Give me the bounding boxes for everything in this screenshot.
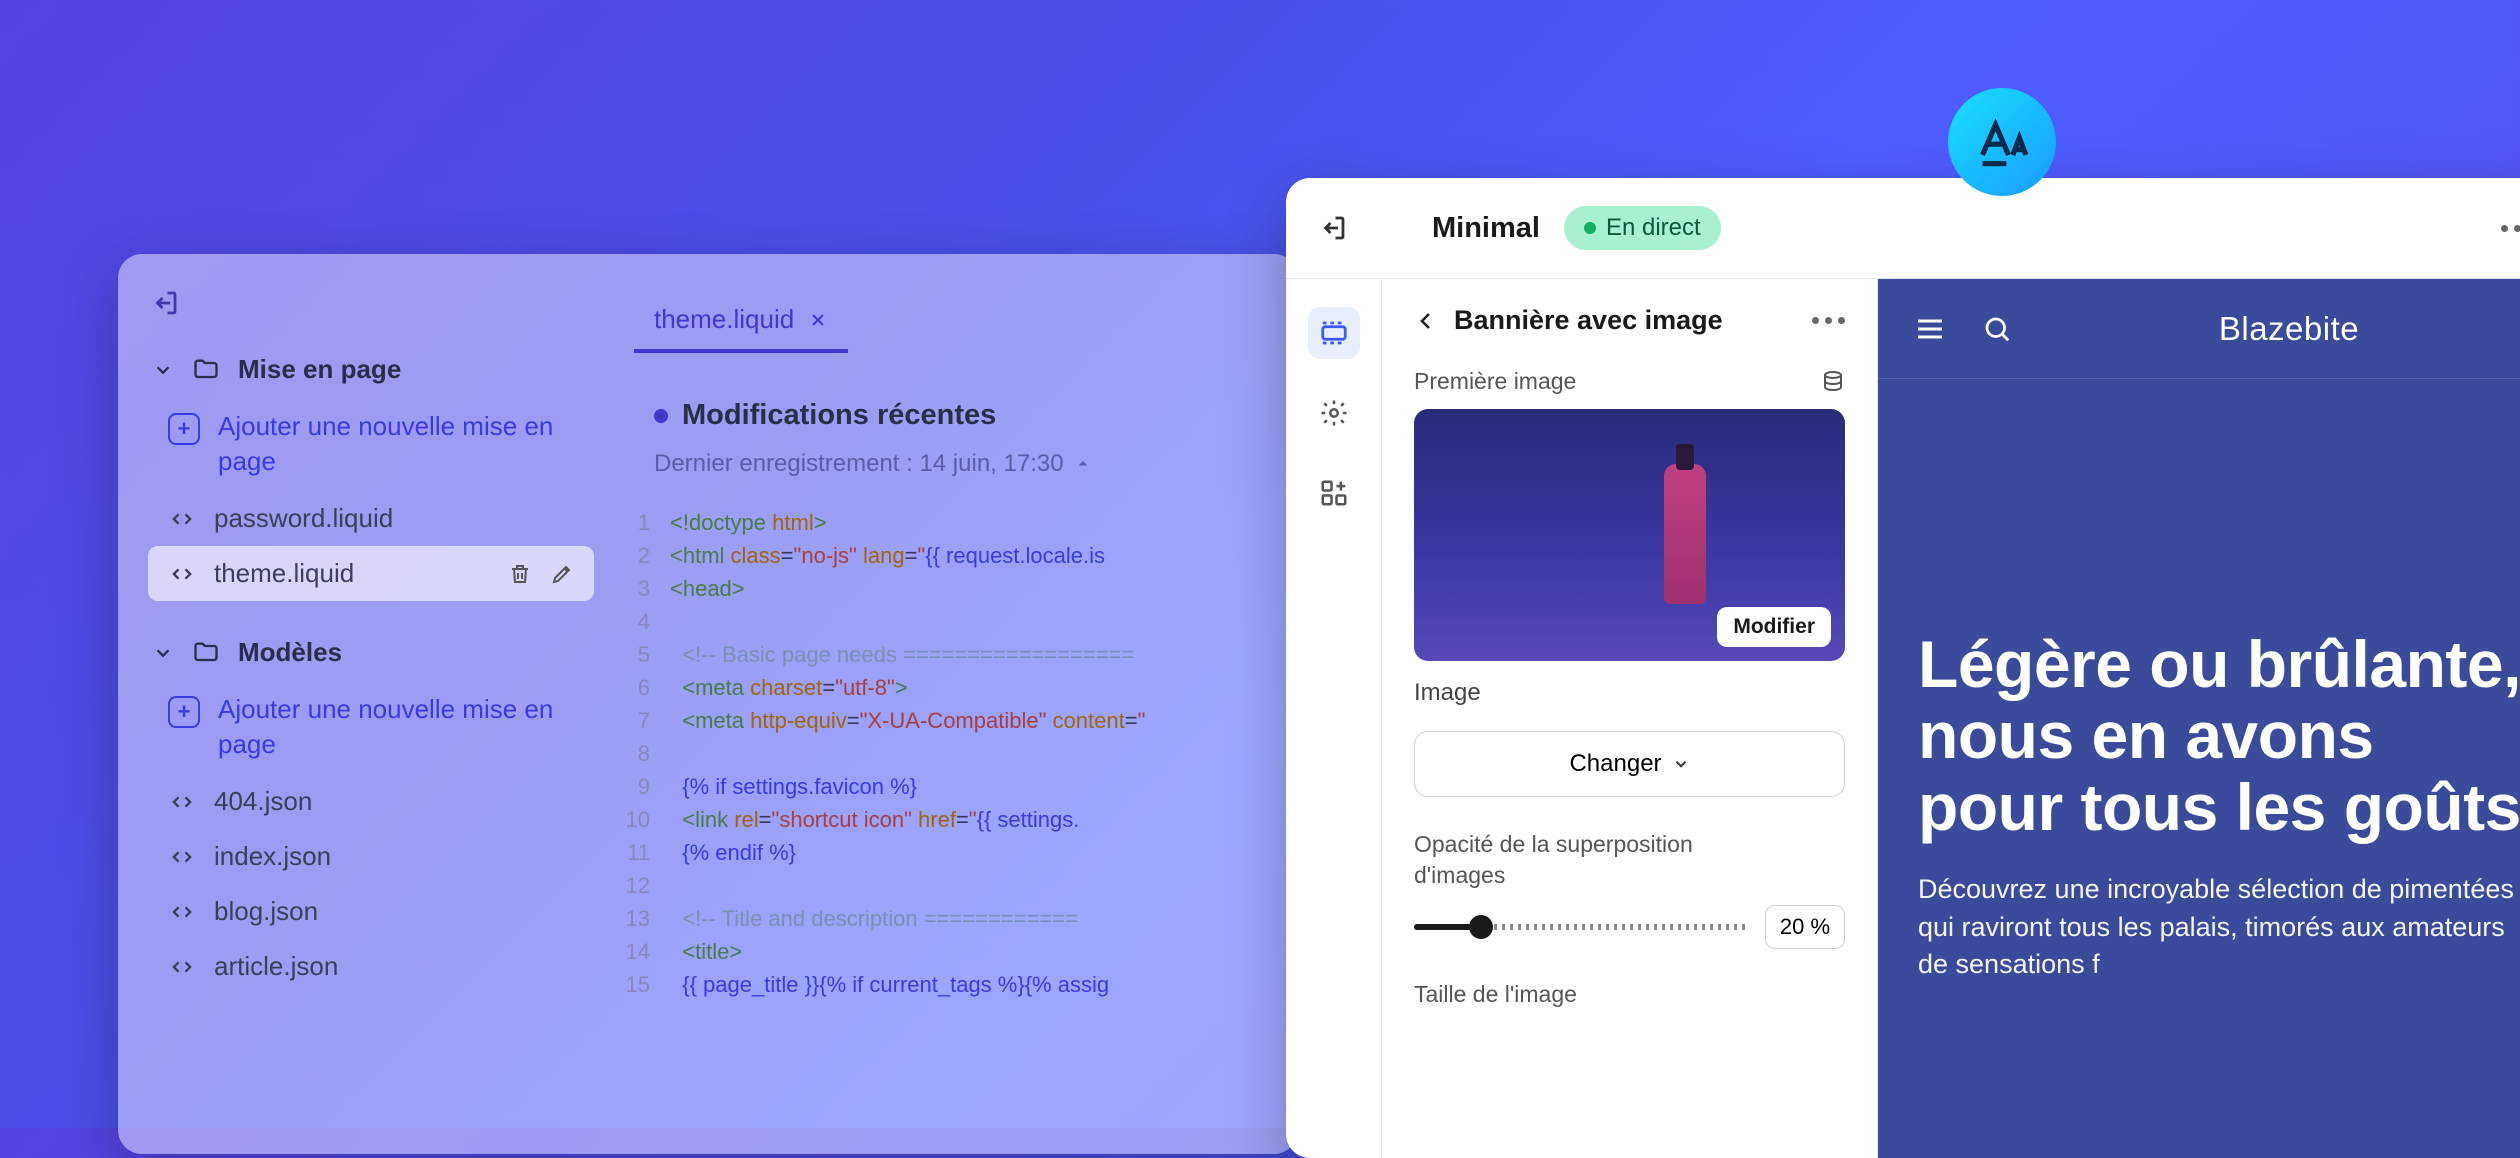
code-line[interactable]: 3<head>: [614, 572, 1278, 605]
code-line[interactable]: 6 <meta charset="utf-8">: [614, 671, 1278, 704]
opacity-slider[interactable]: [1414, 924, 1747, 930]
code-line[interactable]: 9 {% if settings.favicon %}: [614, 770, 1278, 803]
code-line[interactable]: 4: [614, 605, 1278, 638]
folder-icon: [192, 356, 220, 384]
exit-icon[interactable]: [1318, 213, 1348, 243]
search-icon[interactable]: [1982, 314, 2012, 344]
close-icon[interactable]: [808, 310, 828, 330]
tree-section-label: Modèles: [238, 637, 342, 668]
code-line[interactable]: 7 <meta http-equiv="X-UA-Compatible" con…: [614, 704, 1278, 737]
exit-icon[interactable]: [150, 288, 180, 318]
code-file-icon: [168, 788, 196, 816]
code-line[interactable]: 10 <link rel="shortcut icon" href="{{ se…: [614, 803, 1278, 836]
store-brand[interactable]: Blazebite: [2048, 310, 2520, 348]
settings-rail-button[interactable]: [1308, 387, 1360, 439]
hero-headline: Légère ou brûlante, nous en avons pour t…: [1918, 629, 2520, 843]
dot-icon: [654, 409, 668, 423]
storefront-preview: Blazebite Légère ou brûlante, nous en av…: [1878, 279, 2520, 1158]
product-image: [1664, 464, 1706, 604]
menu-icon[interactable]: [1914, 313, 1946, 345]
code-line[interactable]: 11 {% endif %}: [614, 836, 1278, 869]
live-badge: En direct: [1564, 206, 1721, 250]
image-caption: Image: [1414, 679, 1845, 707]
editor-tab[interactable]: theme.liquid: [634, 290, 848, 353]
code-line[interactable]: 8: [614, 737, 1278, 770]
code-file-icon: [168, 843, 196, 871]
first-image-label: Première image: [1414, 368, 1576, 395]
gear-icon: [1319, 398, 1349, 428]
database-icon[interactable]: [1821, 370, 1845, 394]
file-item[interactable]: password.liquid: [148, 491, 594, 546]
code-file-icon: [168, 953, 196, 981]
chevron-down-icon: [152, 359, 174, 381]
theme-title: Minimal: [1432, 212, 1540, 245]
sections-rail-button[interactable]: [1308, 307, 1360, 359]
file-item[interactable]: article.json: [148, 939, 594, 994]
typography-float-icon: [1948, 88, 2056, 196]
tree-section-models[interactable]: Modèles: [136, 625, 594, 680]
tree-section-label: Mise en page: [238, 354, 401, 385]
file-item[interactable]: 404.json: [148, 774, 594, 829]
recent-changes-title: Modifications récentes: [654, 399, 1238, 432]
plus-icon: +: [168, 413, 200, 445]
settings-panel: Bannière avec image Première image Modif…: [1382, 279, 1878, 1158]
file-tree-sidebar: Mise en page + Ajouter une nouvelle mise…: [118, 254, 594, 1154]
folder-icon: [192, 639, 220, 667]
opacity-value[interactable]: 20 %: [1765, 905, 1845, 949]
slider-thumb[interactable]: [1469, 915, 1493, 939]
code-file-icon: [168, 898, 196, 926]
chevron-down-icon: [1672, 755, 1690, 773]
code-line[interactable]: 15 {{ page_title }}{% if current_tags %}…: [614, 968, 1278, 1001]
more-menu-icon[interactable]: [2501, 225, 2520, 232]
pencil-icon[interactable]: [550, 562, 574, 586]
apps-rail-button[interactable]: [1308, 467, 1360, 519]
code-line[interactable]: 14 <title>: [614, 935, 1278, 968]
trash-icon[interactable]: [508, 562, 532, 586]
file-item[interactable]: theme.liquid: [148, 546, 594, 601]
editor-main: theme.liquid Modifications récentes Dern…: [594, 254, 1298, 1154]
code-line[interactable]: 5 <!-- Basic page needs ================…: [614, 638, 1278, 671]
chevron-down-icon: [152, 642, 174, 664]
code-line[interactable]: 2<html class="no-js" lang="{{ request.lo…: [614, 539, 1278, 572]
hero-subtext: Découvrez une incroyable sélection de pi…: [1918, 871, 2520, 984]
modify-image-button[interactable]: Modifier: [1717, 607, 1831, 647]
code-line[interactable]: 1<!doctype html>: [614, 506, 1278, 539]
file-item[interactable]: blog.json: [148, 884, 594, 939]
code-line[interactable]: 13 <!-- Title and description ==========…: [614, 902, 1278, 935]
panel-more-icon[interactable]: [1812, 317, 1845, 324]
file-item[interactable]: index.json: [148, 829, 594, 884]
chevron-up-icon[interactable]: [1074, 455, 1092, 473]
code-editor[interactable]: 1<!doctype html>2<html class="no-js" lan…: [594, 506, 1298, 1001]
opacity-label: Opacité de la superposition d'images: [1414, 829, 1734, 891]
theme-editor-window: Minimal En direct Bannière avec image: [1286, 178, 2520, 1158]
change-image-button[interactable]: Changer: [1414, 731, 1845, 797]
add-layout-button[interactable]: + Ajouter une nouvelle mise en page: [148, 397, 594, 491]
image-thumbnail[interactable]: Modifier: [1414, 409, 1845, 661]
add-model-button[interactable]: + Ajouter une nouvelle mise en page: [148, 680, 594, 774]
panel-title: Bannière avec image: [1454, 305, 1723, 336]
tree-section-layout[interactable]: Mise en page: [136, 342, 594, 397]
code-file-icon: [168, 505, 196, 533]
chevron-left-icon[interactable]: [1414, 309, 1438, 333]
plus-icon: +: [168, 696, 200, 728]
settings-rail: [1286, 279, 1382, 1158]
code-editor-window: Mise en page + Ajouter une nouvelle mise…: [118, 254, 1298, 1154]
code-line[interactable]: 12: [614, 869, 1278, 902]
last-saved-text: Dernier enregistrement : 14 juin, 17:30: [654, 450, 1238, 478]
size-label: Taille de l'image: [1414, 981, 1577, 1008]
code-file-icon: [168, 560, 196, 588]
